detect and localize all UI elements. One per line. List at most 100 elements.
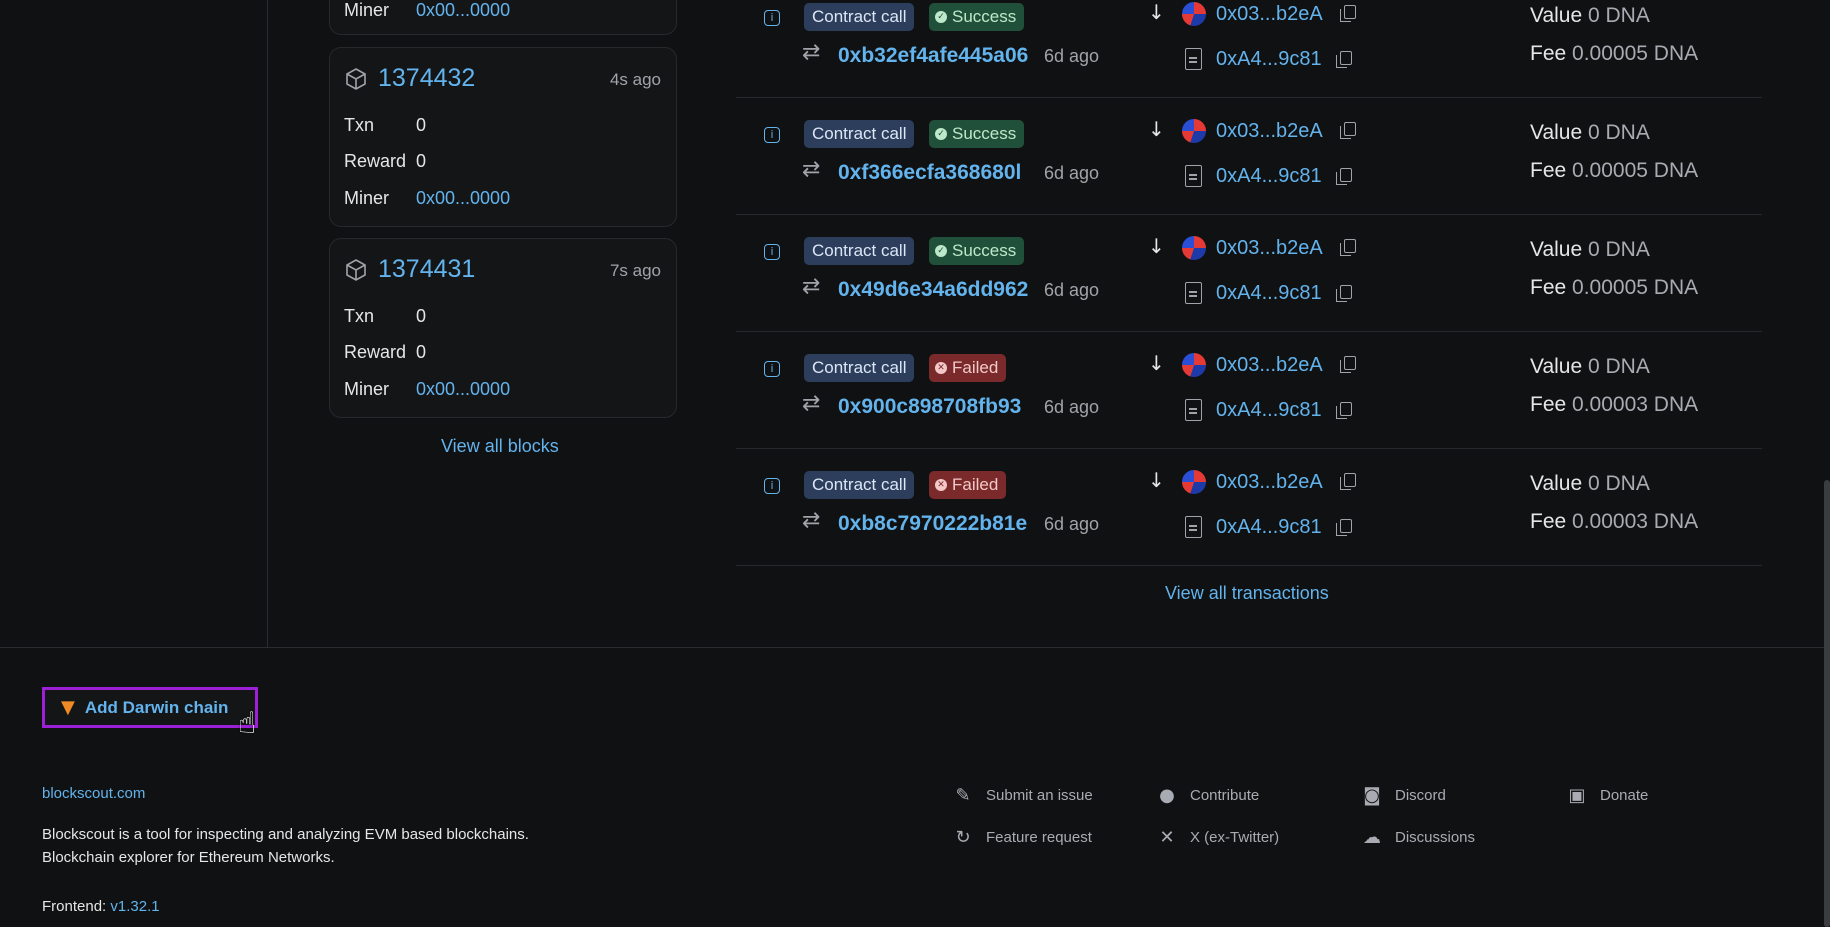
- copy-icon[interactable]: [1340, 473, 1356, 490]
- copy-icon[interactable]: [1340, 356, 1356, 373]
- discord-label: Discord: [1395, 787, 1446, 804]
- info-icon[interactable]: i: [764, 244, 780, 260]
- discussions-link[interactable]: ☁ Discussions: [1361, 827, 1475, 848]
- chat-bubbles-icon: ☁: [1363, 827, 1381, 848]
- address-avatar: [1182, 470, 1206, 494]
- add-chain-label: Add Darwin chain: [84, 697, 229, 717]
- tx-hash-link[interactable]: 0x49d6e34a6dd962: [838, 278, 1034, 302]
- page-scrollbar[interactable]: [1824, 480, 1830, 927]
- tx-hash-link[interactable]: 0xf366ecfa368680l: [838, 161, 1034, 185]
- tx-fee-amount: 0.00005 DNA: [1572, 159, 1699, 182]
- block-miner-label: Miner: [344, 379, 390, 399]
- tx-hash-link[interactable]: 0xb8c7970222b81e: [838, 512, 1034, 536]
- gift-icon: ▣: [1568, 785, 1586, 806]
- transaction-row: i Contract call ✕ Failed ⇄ 0x900c898708fb…: [736, 331, 1762, 449]
- arrow-down-icon: ↓: [1148, 0, 1165, 24]
- tx-from-link[interactable]: 0x03...b2eA: [1216, 471, 1323, 494]
- feature-request-link[interactable]: ↻ Feature request: [952, 827, 1091, 848]
- tx-to-link[interactable]: 0xA4...9c81: [1216, 399, 1322, 422]
- tx-type-tag: Contract call: [804, 354, 915, 382]
- x-twitter-icon: ✕: [1159, 827, 1175, 848]
- block-miner-link[interactable]: 0x00...0000: [416, 0, 510, 20]
- feature-request-icon: ↻: [955, 827, 971, 848]
- swap-arrows-icon: ⇄: [802, 508, 821, 533]
- address-avatar: [1182, 236, 1206, 260]
- donate-link[interactable]: ▣ Donate: [1566, 785, 1648, 806]
- block-card: 1374432 4s ago Txn 0 Reward 0 Miner 0x00...…: [329, 47, 677, 227]
- tx-value-amount: 0 DNA: [1588, 4, 1650, 27]
- swap-arrows-icon: ⇄: [802, 40, 821, 65]
- tx-age: 6d ago: [1044, 280, 1100, 300]
- tx-value-amount: 0 DNA: [1588, 472, 1650, 495]
- tx-to-link[interactable]: 0xA4...9c81: [1216, 165, 1322, 188]
- tx-status-badge: ✓ Success: [929, 3, 1025, 31]
- tx-value-label: Value: [1530, 121, 1583, 144]
- discord-link[interactable]: ◙ Discord: [1361, 785, 1446, 806]
- tx-status-label: Success: [952, 124, 1017, 143]
- info-icon[interactable]: i: [764, 10, 780, 26]
- copy-icon[interactable]: [1336, 519, 1352, 536]
- info-icon[interactable]: i: [764, 361, 780, 377]
- tx-status-badge: ✓ Success: [929, 120, 1025, 148]
- tx-to-link[interactable]: 0xA4...9c81: [1216, 516, 1322, 539]
- view-all-transactions-link[interactable]: View all transactions: [1165, 583, 1329, 604]
- tx-value: Value 0 DNA: [1530, 472, 1650, 496]
- copy-icon[interactable]: [1336, 51, 1352, 68]
- add-darwin-chain-button[interactable]: ▼ Add Darwin chain: [42, 687, 258, 728]
- block-miner-label: Miner: [344, 188, 390, 208]
- tx-fee-label: Fee: [1530, 159, 1567, 182]
- tx-status-label: Failed: [952, 358, 999, 377]
- copy-icon[interactable]: [1340, 122, 1356, 139]
- x-circle-icon: ✕: [935, 362, 947, 374]
- tx-value-amount: 0 DNA: [1588, 121, 1650, 144]
- contribute-link[interactable]: ● Contribute: [1156, 785, 1259, 806]
- block-reward-label: Reward: [344, 151, 407, 171]
- hand-pointer-cursor-icon: ☝: [238, 706, 257, 741]
- copy-icon[interactable]: [1336, 402, 1352, 419]
- block-miner-link[interactable]: 0x00...0000: [416, 379, 510, 399]
- tx-from-link[interactable]: 0x03...b2eA: [1216, 3, 1323, 26]
- copy-icon[interactable]: [1340, 5, 1356, 22]
- copy-icon[interactable]: [1340, 239, 1356, 256]
- address-avatar: [1182, 353, 1206, 377]
- block-reward-row: Reward 0: [344, 151, 426, 172]
- tx-from-link[interactable]: 0x03...b2eA: [1216, 237, 1323, 260]
- arrow-down-icon: ↓: [1148, 468, 1165, 492]
- copy-icon[interactable]: [1336, 168, 1352, 185]
- info-icon[interactable]: i: [764, 478, 780, 494]
- block-card: 1374431 7s ago Txn 0 Reward 0 Miner 0x00...…: [329, 238, 677, 418]
- tx-age: 6d ago: [1044, 46, 1100, 66]
- block-txn-value: 0: [416, 115, 427, 135]
- frontend-version-link[interactable]: v1.32.1: [110, 898, 159, 915]
- block-number-link[interactable]: 1374432: [378, 64, 475, 93]
- discussions-label: Discussions: [1395, 829, 1476, 846]
- tx-hash-link[interactable]: 0xb32ef4afe445a06: [838, 44, 1034, 68]
- tx-to-link[interactable]: 0xA4...9c81: [1216, 48, 1322, 71]
- block-miner-link[interactable]: 0x00...0000: [416, 188, 510, 208]
- twitter-link[interactable]: ✕ X (ex-Twitter): [1156, 827, 1279, 848]
- block-number-link[interactable]: 1374431: [378, 255, 475, 284]
- discord-icon: ◙: [1363, 785, 1381, 806]
- block-miner-label: Miner: [344, 0, 390, 20]
- github-icon: ●: [1159, 785, 1175, 806]
- tx-to-link[interactable]: 0xA4...9c81: [1216, 282, 1322, 305]
- tx-fee: Fee 0.00005 DNA: [1530, 42, 1698, 66]
- contract-icon: [1185, 399, 1202, 421]
- view-all-blocks-link[interactable]: View all blocks: [441, 436, 559, 457]
- tx-value-label: Value: [1530, 4, 1583, 27]
- tx-fee-amount: 0.00005 DNA: [1572, 276, 1699, 299]
- tx-fee-label: Fee: [1530, 276, 1567, 299]
- tx-from-link[interactable]: 0x03...b2eA: [1216, 354, 1323, 377]
- copy-icon[interactable]: [1336, 285, 1352, 302]
- blockscout-link[interactable]: blockscout.com: [42, 785, 145, 802]
- tx-hash-link[interactable]: 0x900c898708fb93: [838, 395, 1034, 419]
- submit-issue-link[interactable]: ✎ Submit an issue: [952, 785, 1092, 806]
- donate-label: Donate: [1600, 787, 1649, 804]
- block-reward-value: 0: [416, 151, 427, 171]
- tx-fee-label: Fee: [1530, 42, 1567, 65]
- info-icon[interactable]: i: [764, 127, 780, 143]
- contract-icon: [1185, 516, 1202, 538]
- address-avatar: [1182, 2, 1206, 26]
- tx-from-link[interactable]: 0x03...b2eA: [1216, 120, 1323, 143]
- tx-fee-label: Fee: [1530, 393, 1567, 416]
